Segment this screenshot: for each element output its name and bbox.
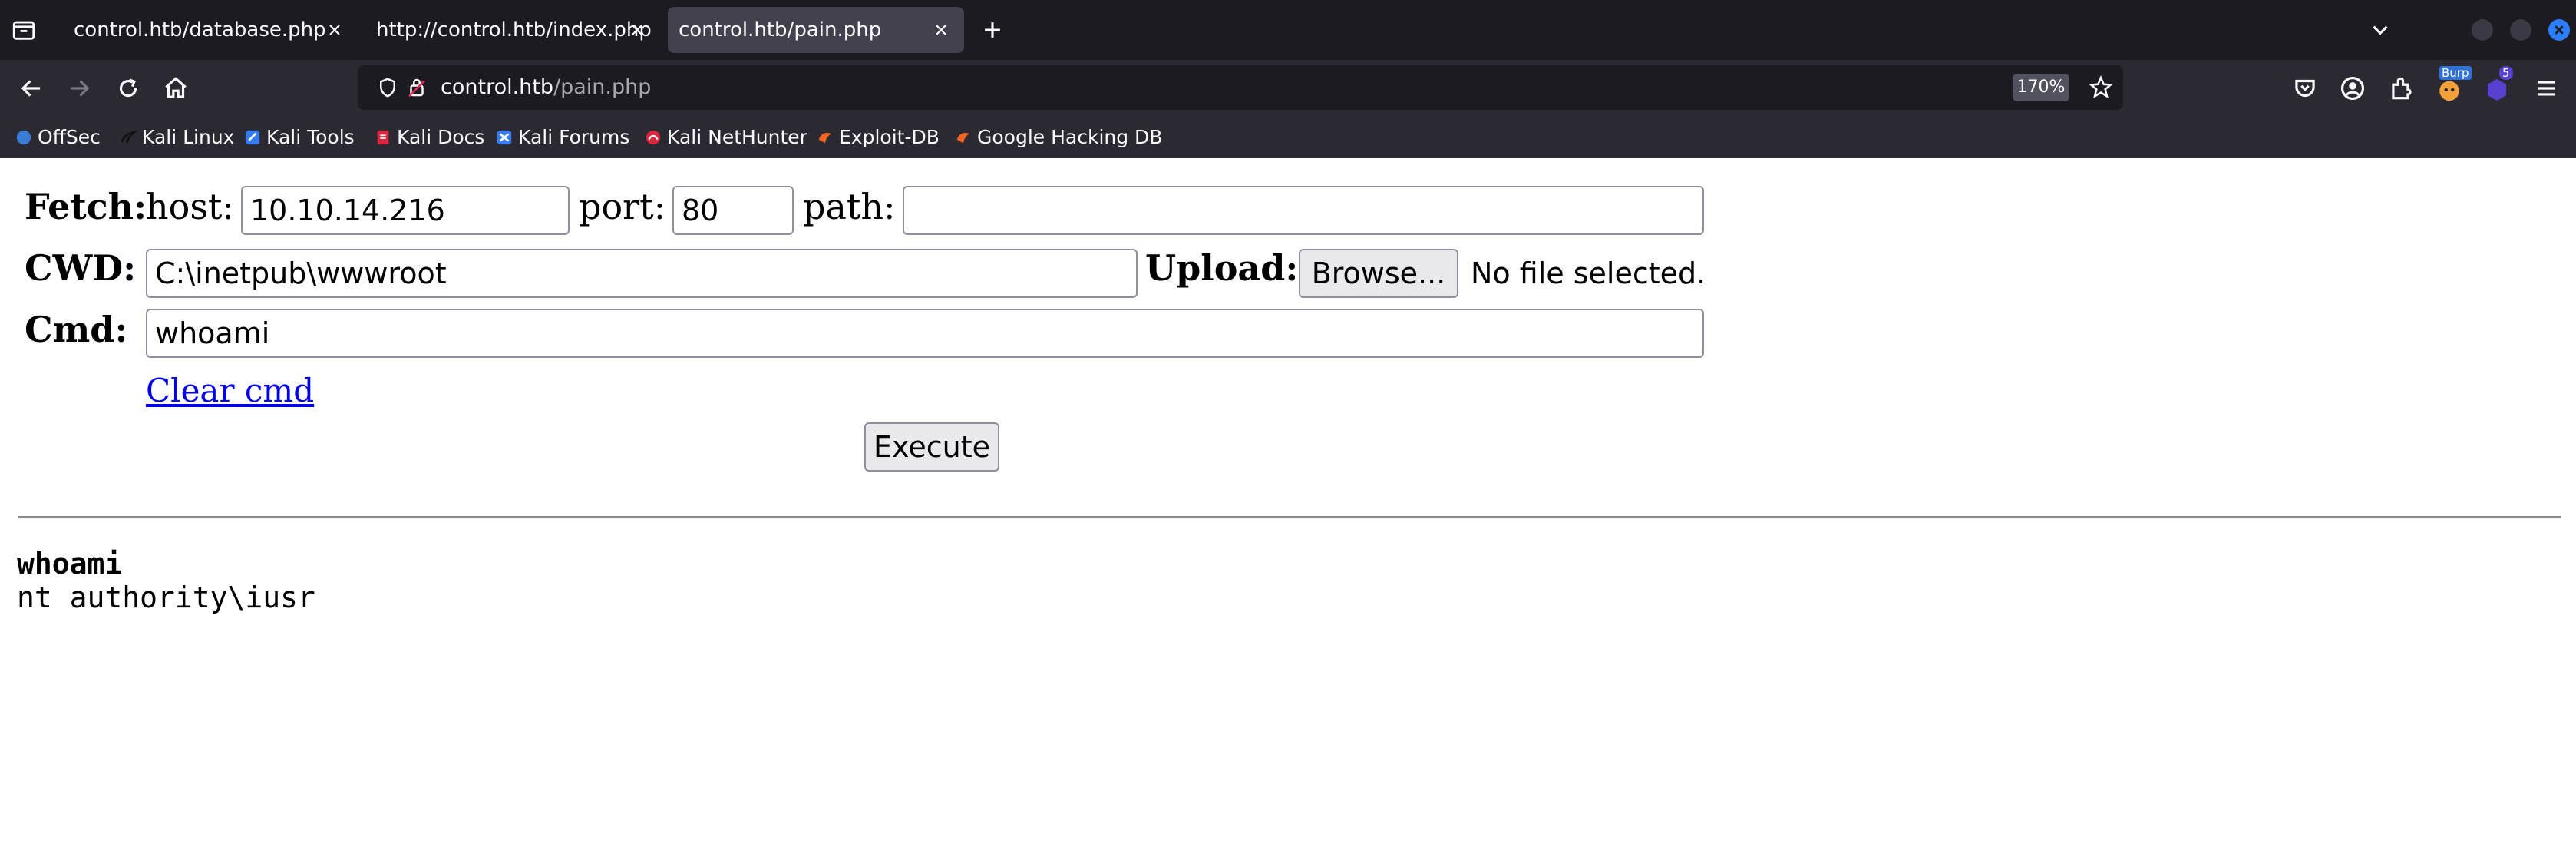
tab-label: http://control.htb/index.php [376,18,652,41]
bookmark-label: Kali Linux [142,126,235,148]
bookmark-kali-forums[interactable]: Kali Forums [496,117,629,158]
url-host: control.htb [441,75,554,99]
bookmark-label: Kali Docs [397,126,485,148]
bookmark-star-icon[interactable] [2088,74,2114,101]
burp-fox-icon [2439,81,2459,101]
bookmark-offsec[interactable]: OffSec [15,117,101,158]
port-input[interactable]: 80 [672,186,794,235]
tab-index[interactable]: http://control.htb/index.php [358,7,660,53]
maximize-button[interactable] [2510,19,2531,41]
bookmarks-toolbar: OffSec Kali Linux Kali Tools Kali Docs K… [0,117,2576,159]
bookmark-kali-docs[interactable]: Kali Docs [375,117,484,158]
home-icon[interactable] [161,74,190,103]
horizontal-rule [18,516,2561,519]
extensions-puzzle-icon[interactable] [2387,74,2416,103]
bookmark-kali-tools[interactable]: Kali Tools [244,117,355,158]
bookmark-kali-nethunter[interactable]: Kali NetHunter [645,117,807,158]
cmd-label: Cmd: [25,309,128,350]
host-input[interactable]: 10.10.14.216 [241,186,570,235]
lock-icon[interactable] [405,76,428,99]
bookmark-label: Kali NetHunter [667,126,807,148]
cmd-input[interactable]: whoami [146,309,1704,358]
hexagon-extension-icon [2487,78,2507,101]
pocket-icon[interactable] [2290,74,2320,103]
forward-arrow-icon[interactable] [64,74,94,103]
exploit-db-icon [818,133,832,144]
url-bar[interactable]: control.htb/pain.php 170% [358,65,2123,110]
output-command: whoami [17,547,123,581]
path-input[interactable] [903,186,1704,235]
minimize-button[interactable] [2472,19,2493,41]
close-icon[interactable] [325,21,344,39]
ghdb-icon [956,133,970,144]
bookmark-label: Kali Tools [266,126,355,148]
kali-docs-icon [377,130,389,145]
kali-dragon-icon [121,130,137,144]
bookmark-google-hacking-db[interactable]: Google Hacking DB [955,117,1162,158]
close-icon [2555,25,2564,35]
cwd-label: CWD: [25,247,137,289]
bookmark-label: OffSec [38,126,101,148]
cwd-input[interactable]: C:\inetpub\wwwroot [146,249,1138,298]
new-tab-plus-icon[interactable] [979,17,1006,43]
account-icon[interactable] [2338,74,2367,103]
host-label: host: [146,186,234,227]
reload-icon[interactable] [114,74,143,103]
upload-label: Upload: [1145,247,1299,289]
clear-cmd-link[interactable]: Clear cmd [146,372,314,409]
no-file-selected-text: No file selected. [1471,257,1706,290]
zoom-level-button[interactable]: 170% [2013,74,2069,101]
burp-label: Burp [2439,66,2472,80]
shield-icon[interactable] [376,76,399,99]
close-icon[interactable] [628,21,646,39]
tab-label: control.htb/pain.php [679,18,882,41]
window-close-button[interactable] [2548,19,2570,41]
bookmark-label: Exploit-DB [839,126,940,148]
extension-count-badge: 5 [2499,66,2513,80]
tab-pain[interactable]: control.htb/pain.php [668,7,964,53]
burp-extension-button[interactable]: Burp [2435,66,2472,104]
kali-forums-icon [497,130,512,145]
bookmark-kali-linux[interactable]: Kali Linux [120,117,234,158]
page-content: Fetch: host: 10.10.14.216 port: 80 path:… [0,158,2576,854]
fetch-label: Fetch: [25,186,147,227]
tab-strip: control.htb/database.php http://control.… [0,0,2576,60]
extension-badge-button[interactable]: 5 [2482,66,2516,104]
bookmark-label: Kali Forums [518,126,630,148]
chevron-down-icon[interactable] [2367,17,2393,43]
tab-database[interactable]: control.htb/database.php [51,7,358,53]
hamburger-menu-icon[interactable] [2531,74,2561,103]
url-text[interactable]: control.htb/pain.php [441,65,651,110]
close-icon[interactable] [932,21,950,39]
execute-button[interactable]: Execute [864,422,999,472]
browse-button[interactable]: Browse... [1299,249,1458,298]
navigation-toolbar: control.htb/pain.php 170% Burp 5 [0,60,2576,117]
back-arrow-icon[interactable] [17,74,46,103]
offsec-icon [16,130,31,145]
bookmark-exploit-db[interactable]: Exploit-DB [817,117,940,158]
bookmark-label: Google Hacking DB [977,126,1163,148]
tab-label: control.htb/database.php [74,18,326,41]
firefox-view-icon[interactable] [11,17,37,43]
output-result: nt authority\iusr [17,581,315,614]
port-label: port: [579,186,666,227]
path-label: path: [803,186,896,227]
kali-tools-icon [245,130,260,145]
nethunter-icon [646,130,661,145]
url-path: /pain.php [553,75,652,99]
